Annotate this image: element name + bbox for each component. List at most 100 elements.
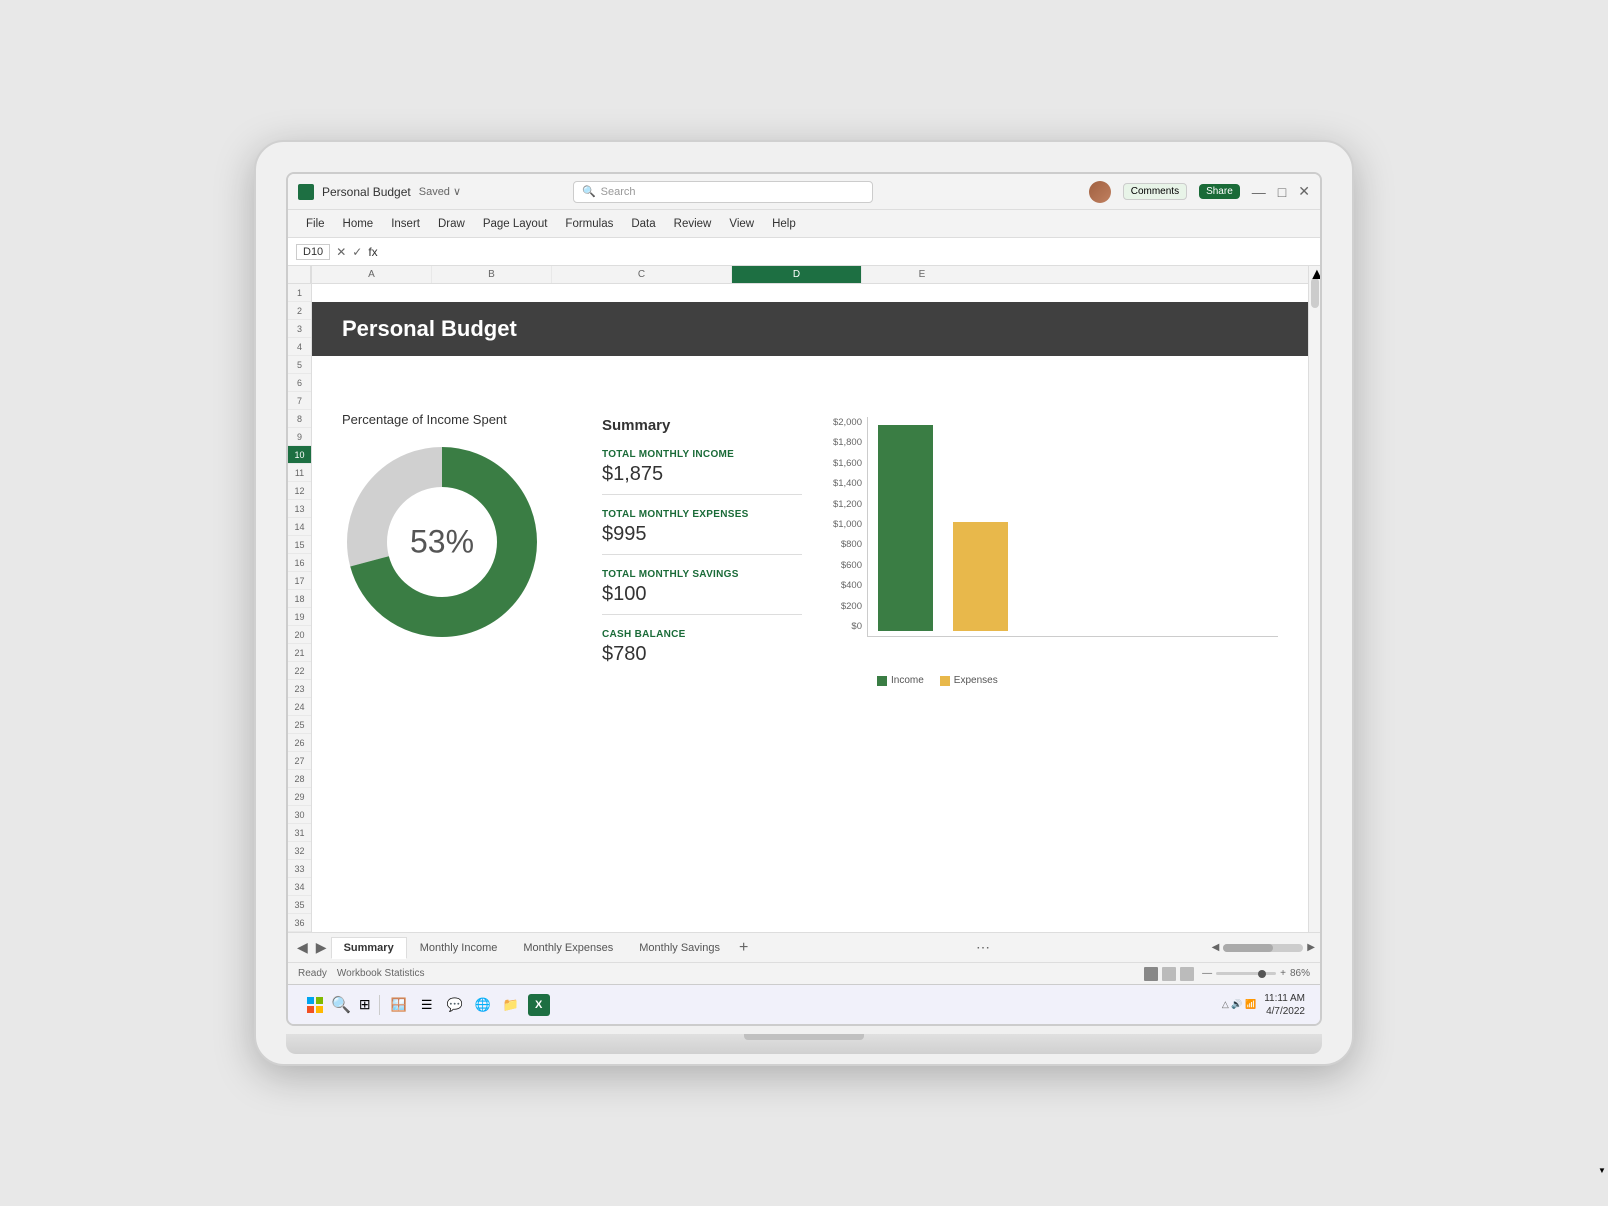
summary-item-balance: CASH BALANCE $780 [602,629,802,674]
col-header-a[interactable]: A [312,266,432,283]
add-sheet-button[interactable]: + [733,939,754,957]
row-20: 20 [288,626,311,644]
y-axis: $0 $200 $400 $600 $800 $1,000 $1,200 $1,… [822,417,867,637]
row-18: 18 [288,590,311,608]
maximize-button[interactable]: □ [1278,184,1286,200]
row-34: 34 [288,878,311,896]
zoom-slider[interactable] [1216,972,1276,975]
tab-monthly-savings[interactable]: Monthly Savings [626,937,733,959]
hscroll-track[interactable] [1223,944,1303,952]
menu-bar: File Home Insert Draw Page Layout Formul… [288,210,1320,238]
row-12: 12 [288,482,311,500]
row-31: 31 [288,824,311,842]
taskbar-excel-icon[interactable]: X [528,994,550,1016]
close-button[interactable]: ✕ [1298,183,1310,200]
page-break-view-icon[interactable] [1180,967,1194,981]
y-label-1800: $1,800 [822,437,867,448]
donut-percentage: 53% [410,524,474,561]
col-header-d-active[interactable]: D [732,266,862,283]
row-16: 16 [288,554,311,572]
menu-data[interactable]: Data [623,216,663,232]
taskbar-icon-1[interactable]: 🪟 [388,994,410,1016]
taskbar-widgets-icon[interactable]: ⊞ [359,996,371,1013]
row-21: 21 [288,644,311,662]
menu-help[interactable]: Help [764,216,804,232]
normal-view-icon[interactable] [1144,967,1158,981]
horizontal-scrollbar[interactable]: ◀ ▶ [1212,942,1315,953]
taskbar-icon-4[interactable]: 🌐 [472,994,494,1016]
vertical-scrollbar[interactable]: ▲ ▼ [1308,266,1320,932]
tab-summary[interactable]: Summary [331,937,407,959]
rows-3-4-empty [312,356,1308,392]
zoom-plus[interactable]: + [1280,968,1286,979]
taskbar-icon-3[interactable]: 💬 [444,994,466,1016]
excel-logo-icon [298,184,314,200]
zoom-level: 86% [1290,968,1310,979]
income-label: TOTAL MONTHLY INCOME [602,449,802,460]
comments-button[interactable]: Comments [1123,183,1187,200]
menu-formulas[interactable]: Formulas [557,216,621,232]
search-icon: 🔍 [582,185,596,198]
tab-monthly-income[interactable]: Monthly Income [407,937,511,959]
tab-prev[interactable]: ◀ [293,939,312,956]
donut-chart: 53% [342,442,542,642]
menu-view[interactable]: View [721,216,762,232]
summary-item-expenses: TOTAL MONTHLY EXPENSES $995 [602,509,802,555]
row-14: 14 [288,518,311,536]
y-label-1400: $1,400 [822,478,867,489]
income-legend-item: Income [877,675,924,686]
taskbar-date: 4/7/2022 [1264,1005,1305,1018]
row-17: 17 [288,572,311,590]
scroll-up-arrow[interactable]: ▲ [1309,266,1320,276]
income-legend-dot [877,676,887,686]
zoom-minus[interactable]: — [1202,968,1212,979]
col-header-c[interactable]: C [552,266,732,283]
tab-next[interactable]: ▶ [312,939,331,956]
sheet-tabs: ◀ ▶ Summary Monthly Income Monthly Expen… [288,932,1320,962]
cancel-formula-icon[interactable]: ✕ [336,245,346,259]
tab-options-button[interactable]: ⋯ [972,939,994,956]
hscroll-left[interactable]: ◀ [1212,942,1220,953]
hscroll-right[interactable]: ▶ [1307,942,1315,953]
menu-page-layout[interactable]: Page Layout [475,216,556,232]
row-7: 7 [288,392,311,410]
row-19: 19 [288,608,311,626]
hscroll-thumb[interactable] [1223,944,1273,952]
y-label-800: $800 [822,539,867,550]
title-search-box[interactable]: 🔍 Search [573,181,873,203]
menu-insert[interactable]: Insert [383,216,428,232]
col-header-b[interactable]: B [432,266,552,283]
saved-status[interactable]: Saved ∨ [419,185,461,198]
row-6: 6 [288,374,311,392]
workbook-statistics[interactable]: Workbook Statistics [337,968,425,979]
zoom-thumb[interactable] [1258,970,1266,978]
grid-wrapper: 1 2 3 4 5 6 7 8 9 10 11 12 13 14 15 16 1… [288,266,1320,932]
row-10-active: 10 [288,446,311,464]
cell-reference[interactable]: D10 [296,244,330,260]
start-button[interactable] [303,993,327,1017]
taskbar-right: △ 🔊 📶 11:11 AM 4/7/2022 [1222,992,1305,1018]
menu-review[interactable]: Review [666,216,720,232]
taskbar-icon-2[interactable]: ☰ [416,994,438,1016]
confirm-formula-icon[interactable]: ✓ [352,245,362,259]
menu-home[interactable]: Home [335,216,382,232]
row-36: 36 [288,914,311,932]
row-33: 33 [288,860,311,878]
minimize-button[interactable]: — [1252,184,1266,200]
y-label-600: $600 [822,560,867,571]
laptop-screen: Personal Budget Saved ∨ 🔍 Search Comment… [286,172,1322,1026]
menu-file[interactable]: File [298,216,333,232]
function-icon[interactable]: fx [368,245,377,259]
share-button[interactable]: Share [1199,184,1240,199]
income-value: $1,875 [602,463,802,486]
laptop-frame: Personal Budget Saved ∨ 🔍 Search Comment… [254,140,1354,1066]
budget-body: Percentage of Income Spent [312,392,1308,708]
menu-draw[interactable]: Draw [430,216,473,232]
col-header-e[interactable]: E [862,266,982,283]
taskbar-icon-5[interactable]: 📁 [500,994,522,1016]
tab-monthly-expenses[interactable]: Monthly Expenses [510,937,626,959]
formula-bar: D10 ✕ ✓ fx [288,238,1320,266]
taskbar-search-icon[interactable]: 🔍 [331,995,351,1015]
page-layout-view-icon[interactable] [1162,967,1176,981]
expenses-legend-dot [940,676,950,686]
